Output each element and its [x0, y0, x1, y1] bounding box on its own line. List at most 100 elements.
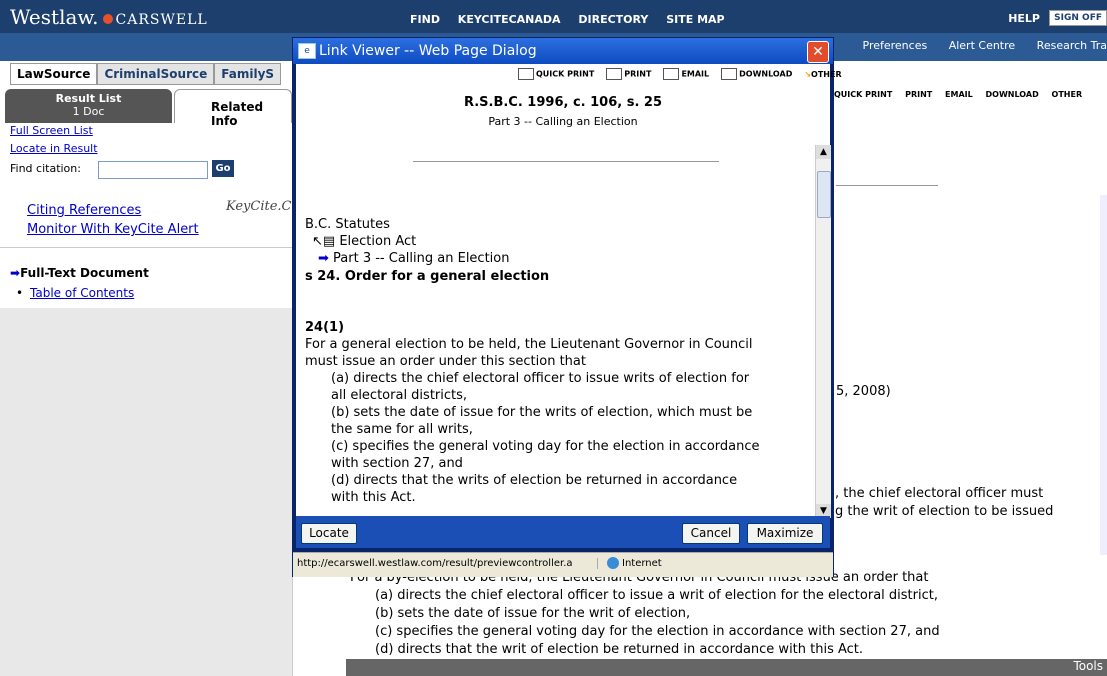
body-line: with this Act. — [331, 490, 416, 505]
locate-in-result-link[interactable]: Locate in Result — [10, 142, 98, 155]
body-line: with section 27, and — [331, 456, 463, 471]
nav-keycitecanada[interactable]: KEYCITECANADA — [458, 13, 561, 26]
close-icon[interactable]: ✕ — [807, 41, 829, 63]
scroll-up-icon[interactable]: ▲ — [816, 145, 831, 159]
doc-line: (a) directs the chief electoral officer … — [375, 588, 938, 603]
doc-fragment: g the writ of election to be issued — [835, 504, 1054, 519]
email-button[interactable]: EMAIL — [663, 68, 709, 80]
result-count: 1 Doc — [72, 105, 105, 118]
quick-print-button[interactable]: QUICK PRINT — [518, 68, 594, 80]
print-button[interactable]: PRINT — [606, 68, 651, 80]
tab-lawsource[interactable]: LawSource — [10, 63, 98, 85]
security-zone: Internet — [607, 557, 662, 569]
doc-quick-print-button[interactable]: QUICK PRINT — [834, 90, 892, 99]
monitor-keycite-link[interactable]: Monitor With KeyCite Alert — [27, 222, 199, 237]
go-button[interactable]: Go — [212, 160, 234, 177]
doc-line: (b) sets the date of issue for the writ … — [375, 606, 691, 621]
result-list-tab[interactable]: Result List 1 Doc — [5, 89, 172, 123]
breadcrumb-root: B.C. Statutes — [305, 217, 390, 232]
download-button[interactable]: DOWNLOAD — [721, 68, 792, 80]
link-viewer-dialog: e Link Viewer -- Web Page Dialog ✕ QUICK… — [292, 37, 842, 577]
body-line: (a) directs the chief electoral officer … — [331, 371, 750, 386]
scroll-thumb[interactable] — [817, 171, 831, 218]
tools-button[interactable]: Tools — [1073, 659, 1103, 673]
find-citation-label: Find citation: — [10, 162, 81, 175]
research-trail-link[interactable]: Research Tra — [1037, 39, 1107, 52]
dialog-footer: Locate Cancel Maximize — [296, 516, 830, 548]
full-screen-list-link[interactable]: Full Screen List — [10, 124, 93, 137]
subsection-number: 24(1) — [305, 320, 345, 335]
top-header: Westlaw. CARSWELL FIND KEYCITECANADA DIRE… — [0, 0, 1107, 33]
dialog-content: QUICK PRINT PRINT EMAIL DOWNLOAD ↘OTHER R.S.… — [296, 64, 842, 516]
status-url: http://ecarswell.westlaw.com/result/prev… — [297, 558, 598, 569]
maximize-button[interactable]: Maximize — [747, 523, 823, 544]
locate-button[interactable]: Locate — [301, 523, 357, 544]
document-icon: ↖▤ — [312, 234, 336, 249]
body-line: (c) specifies the general voting day for… — [331, 439, 760, 454]
breadcrumb-act[interactable]: ↖▤ Election Act — [312, 234, 416, 249]
tools-bar: Tools — [346, 659, 1107, 676]
doc-fragment: 5, 2008) — [836, 384, 891, 399]
related-info-tab[interactable]: Related Info — [174, 89, 292, 128]
body-line: (b) sets the date of issue for the writs… — [331, 405, 753, 420]
printer-icon — [606, 68, 623, 80]
body-line: must issue an order under this section t… — [305, 354, 586, 369]
nav-site-map[interactable]: SITE MAP — [666, 13, 724, 26]
doc-fragment: , the chief electoral officer must — [835, 486, 1044, 501]
dialog-scrollbar[interactable]: ▲ ▼ — [815, 145, 831, 518]
citation-subheading: Part 3 -- Calling an Election — [488, 115, 638, 128]
doc-line: (d) directs that the writ of election be… — [375, 642, 864, 657]
brand-sub: CARSWELL — [115, 12, 208, 28]
carswell-dot-icon — [102, 14, 113, 24]
arrow-right-icon: ➡ — [318, 251, 329, 266]
tab-familysource[interactable]: FamilyS — [214, 63, 282, 85]
find-citation-input[interactable] — [98, 161, 208, 179]
other-button[interactable]: ↘OTHER — [804, 70, 841, 79]
dialog-title-bar[interactable]: e Link Viewer -- Web Page Dialog ✕ — [293, 38, 833, 64]
doc-other-button[interactable]: OTHER — [1052, 90, 1083, 99]
doc-toolbar: QUICK PRINT PRINT EMAIL DOWNLOAD OTHER — [834, 90, 1092, 99]
divider — [0, 247, 292, 248]
product-tabs: LawSource CriminalSource FamilyS — [10, 63, 282, 85]
download-icon — [721, 68, 738, 80]
help-link[interactable]: HELP — [1008, 12, 1040, 25]
nav-directory[interactable]: DIRECTORY — [578, 13, 648, 26]
result-list-label: Result List — [55, 92, 122, 105]
left-panel-background — [0, 308, 292, 676]
dialog-title: Link Viewer -- Web Page Dialog — [319, 43, 537, 59]
doc-email-button[interactable]: EMAIL — [945, 90, 973, 99]
citing-references-link[interactable]: Citing References — [27, 203, 141, 218]
body-line: the same for all writs, — [331, 422, 473, 437]
doc-download-button[interactable]: DOWNLOAD — [986, 90, 1039, 99]
westlaw-logo[interactable]: Westlaw. CARSWELL — [10, 5, 208, 29]
doc-scrollbar[interactable] — [1100, 195, 1107, 555]
full-text-document-link[interactable]: ➡Full-Text Document — [10, 266, 149, 280]
nav-find[interactable]: FIND — [410, 13, 440, 26]
doc-print-button[interactable]: PRINT — [905, 90, 932, 99]
envelope-icon — [663, 68, 680, 80]
full-text-label: Full-Text Document — [20, 266, 149, 280]
doc-divider — [836, 185, 938, 186]
globe-icon — [607, 557, 619, 569]
top-nav: FIND KEYCITECANADA DIRECTORY SITE MAP — [410, 13, 739, 26]
cancel-button[interactable]: Cancel — [682, 523, 740, 544]
tab-criminalsource[interactable]: CriminalSource — [97, 63, 215, 85]
dialog-divider — [413, 161, 719, 162]
section-heading: s 24. Order for a general election — [305, 269, 550, 284]
sign-off-button[interactable]: SIGN OFF — [1049, 10, 1107, 26]
sub-nav: Preferences Alert Centre Research Tra — [845, 39, 1107, 52]
body-line: For a general election to be held, the L… — [305, 337, 753, 352]
citation-heading: R.S.B.C. 1996, c. 106, s. 25 — [463, 95, 663, 110]
breadcrumb-part[interactable]: ➡ Part 3 -- Calling an Election — [318, 251, 509, 266]
arrow-right-icon: ➡ — [10, 266, 21, 280]
dialog-toolbar: QUICK PRINT PRINT EMAIL DOWNLOAD ↘OTHER — [518, 68, 854, 80]
dialog-status-bar: http://ecarswell.westlaw.com/result/prev… — [293, 552, 833, 577]
alert-centre-link[interactable]: Alert Centre — [949, 39, 1015, 52]
body-line: (d) directs that the writs of election b… — [331, 473, 738, 488]
body-line: all electoral districts, — [331, 388, 468, 403]
preferences-link[interactable]: Preferences — [863, 39, 928, 52]
table-of-contents-link[interactable]: Table of Contents — [16, 286, 134, 300]
brand-text: Westlaw. — [10, 5, 99, 29]
ie-page-icon: e — [298, 43, 316, 59]
doc-line: (c) specifies the general voting day for… — [375, 624, 940, 639]
